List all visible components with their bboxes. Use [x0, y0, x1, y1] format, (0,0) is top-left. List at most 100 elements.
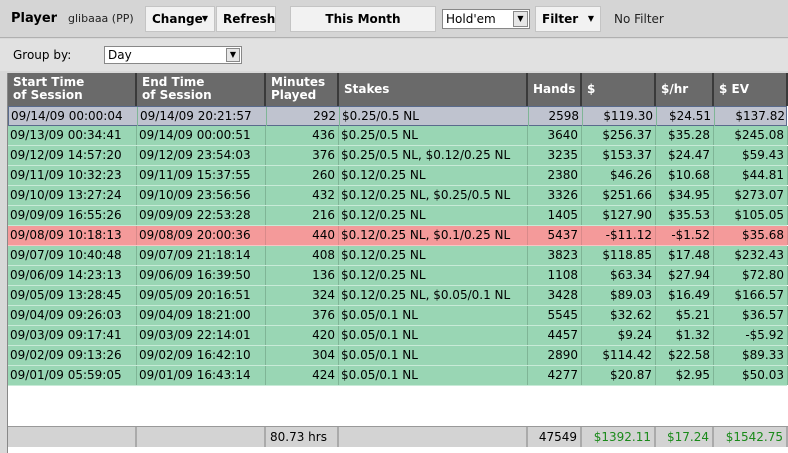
toolbar: Player glibaaa (PP) Change ▼ Refresh Thi…	[0, 0, 788, 38]
change-button[interactable]: Change ▼	[145, 6, 215, 32]
total-cell-empty	[339, 427, 528, 447]
cell-per-hour: $34.95	[656, 186, 714, 205]
table-row[interactable]: 09/11/09 10:32:23 09/11/09 15:37:55 260 $0.…	[8, 166, 788, 186]
cell-per-hour: $22.58	[656, 346, 714, 365]
cell-minutes: 424	[266, 366, 339, 385]
cell-hands: 3326	[528, 186, 582, 205]
header-ev[interactable]: $ EV	[714, 73, 788, 106]
filter-button-label: Filter	[542, 12, 579, 26]
groupby-select[interactable]: Day ▼	[104, 46, 242, 64]
table-row[interactable]: 09/01/09 05:59:05 09/01/09 16:43:14 424 $0.…	[8, 366, 788, 386]
table-row[interactable]: 09/09/09 16:55:26 09/09/09 22:53:28 216 $0.…	[8, 206, 788, 226]
header-minutes[interactable]: Minutes Played	[266, 73, 339, 106]
cell-minutes: 324	[266, 286, 339, 305]
cell-end-time: 09/10/09 23:56:56	[137, 186, 266, 205]
table-row[interactable]: 09/10/09 13:27:24 09/10/09 23:56:56 432 $0.…	[8, 186, 788, 206]
cell-ev: $245.08	[714, 126, 788, 145]
totals-row: 80.73 hrs 47549 $1392.11 $17.24 $1542.75	[8, 426, 788, 447]
cell-end-time: 09/14/09 20:21:57	[138, 107, 267, 126]
cell-hands: 4457	[528, 326, 582, 345]
cell-per-hour: $16.49	[656, 286, 714, 305]
cell-minutes: 432	[266, 186, 339, 205]
game-select[interactable]: Hold'em ▼	[442, 9, 530, 29]
cell-ev: $89.33	[714, 346, 788, 365]
table-row[interactable]: 09/13/09 00:34:41 09/14/09 00:00:51 436 $0.…	[8, 126, 788, 146]
table-row[interactable]: 09/07/09 10:40:48 09/07/09 21:18:14 408 $0.…	[8, 246, 788, 266]
table-row[interactable]: 09/02/09 09:13:26 09/02/09 16:42:10 304 $0.…	[8, 346, 788, 366]
cell-per-hour: $17.48	[656, 246, 714, 265]
cell-end-time: 09/08/09 20:00:36	[137, 226, 266, 245]
cell-start-time: 09/08/09 10:18:13	[8, 226, 137, 245]
cell-dollars: $127.90	[582, 206, 656, 225]
cell-hands: 3235	[528, 146, 582, 165]
period-button[interactable]: This Month	[290, 6, 436, 32]
total-minutes: 80.73 hrs	[266, 427, 339, 447]
table-header: Start Time of Session End Time of Sessio…	[8, 73, 788, 106]
header-hands[interactable]: Hands	[528, 73, 582, 106]
cell-ev: $36.57	[714, 306, 788, 325]
cell-per-hour: $35.53	[656, 206, 714, 225]
cell-ev: $50.03	[714, 366, 788, 385]
cell-end-time: 09/14/09 00:00:51	[137, 126, 266, 145]
cell-stakes: $0.12/0.25 NL, $0.05/0.1 NL	[339, 286, 528, 305]
cell-end-time: 09/03/09 22:14:01	[137, 326, 266, 345]
cell-start-time: 09/04/09 09:26:03	[8, 306, 137, 325]
cell-hands: 3823	[528, 246, 582, 265]
cell-hands: 3428	[528, 286, 582, 305]
refresh-button-label: Refresh	[223, 12, 276, 26]
cell-ev: $35.68	[714, 226, 788, 245]
header-stakes[interactable]: Stakes	[339, 73, 528, 106]
dropdown-arrow-icon[interactable]: ▼	[226, 48, 240, 62]
table-row[interactable]: 09/04/09 09:26:03 09/04/09 18:21:00 376 $0.…	[8, 306, 788, 326]
dropdown-arrow-icon[interactable]: ▼	[513, 11, 528, 27]
cell-stakes: $0.25/0.5 NL, $0.12/0.25 NL	[339, 146, 528, 165]
total-hands: 47549	[528, 427, 582, 447]
cell-stakes: $0.05/0.1 NL	[339, 346, 528, 365]
cell-minutes: 260	[266, 166, 339, 185]
cell-ev: $232.43	[714, 246, 788, 265]
total-cell-empty	[8, 427, 137, 447]
table-row[interactable]: 09/03/09 09:17:41 09/03/09 22:14:01 420 $0.…	[8, 326, 788, 346]
cell-dollars: $63.34	[582, 266, 656, 285]
table-row[interactable]: 09/06/09 14:23:13 09/06/09 16:39:50 136 $0.…	[8, 266, 788, 286]
cell-per-hour: $5.21	[656, 306, 714, 325]
cell-per-hour: $2.95	[656, 366, 714, 385]
cell-start-time: 09/02/09 09:13:26	[8, 346, 137, 365]
cell-stakes: $0.05/0.1 NL	[339, 366, 528, 385]
table-row[interactable]: 09/14/09 00:00:04 09/14/09 20:21:57 292 $0.…	[8, 106, 787, 126]
cell-stakes: $0.25/0.5 NL	[340, 107, 529, 126]
total-cell-empty	[137, 427, 266, 447]
header-end-time[interactable]: End Time of Session	[137, 73, 266, 106]
header-dollars[interactable]: $	[582, 73, 656, 106]
cell-hands: 1108	[528, 266, 582, 285]
filter-button[interactable]: Filter ▼	[535, 6, 601, 32]
cell-per-hour: $10.68	[656, 166, 714, 185]
cell-hands: 1405	[528, 206, 582, 225]
cell-ev: $166.57	[714, 286, 788, 305]
cell-stakes: $0.05/0.1 NL	[339, 326, 528, 345]
cell-stakes: $0.12/0.25 NL	[339, 266, 528, 285]
cell-minutes: 216	[266, 206, 339, 225]
cell-hands: 5437	[528, 226, 582, 245]
cell-start-time: 09/11/09 10:32:23	[8, 166, 137, 185]
header-start-time[interactable]: Start Time of Session	[8, 73, 137, 106]
cell-end-time: 09/11/09 15:37:55	[137, 166, 266, 185]
refresh-button[interactable]: Refresh	[216, 6, 276, 32]
header-per-hour[interactable]: $/hr	[656, 73, 714, 106]
cell-per-hour: $27.94	[656, 266, 714, 285]
cell-start-time: 09/09/09 16:55:26	[8, 206, 137, 225]
cell-stakes: $0.05/0.1 NL	[339, 306, 528, 325]
player-label: Player	[11, 11, 58, 26]
table-row[interactable]: 09/12/09 14:57:20 09/12/09 23:54:03 376 $0.…	[8, 146, 788, 166]
cell-end-time: 09/06/09 16:39:50	[137, 266, 266, 285]
cell-start-time: 09/10/09 13:27:24	[8, 186, 137, 205]
cell-ev: $273.07	[714, 186, 788, 205]
cell-stakes: $0.12/0.25 NL	[339, 246, 528, 265]
cell-end-time: 09/01/09 16:43:14	[137, 366, 266, 385]
table-row[interactable]: 09/08/09 10:18:13 09/08/09 20:00:36 440 $0.…	[8, 226, 788, 246]
chevron-down-icon: ▼	[587, 14, 594, 23]
cell-minutes: 136	[266, 266, 339, 285]
cell-dollars: $46.26	[582, 166, 656, 185]
cell-hands: 2598	[529, 107, 583, 126]
table-row[interactable]: 09/05/09 13:28:45 09/05/09 20:16:51 324 $0.…	[8, 286, 788, 306]
